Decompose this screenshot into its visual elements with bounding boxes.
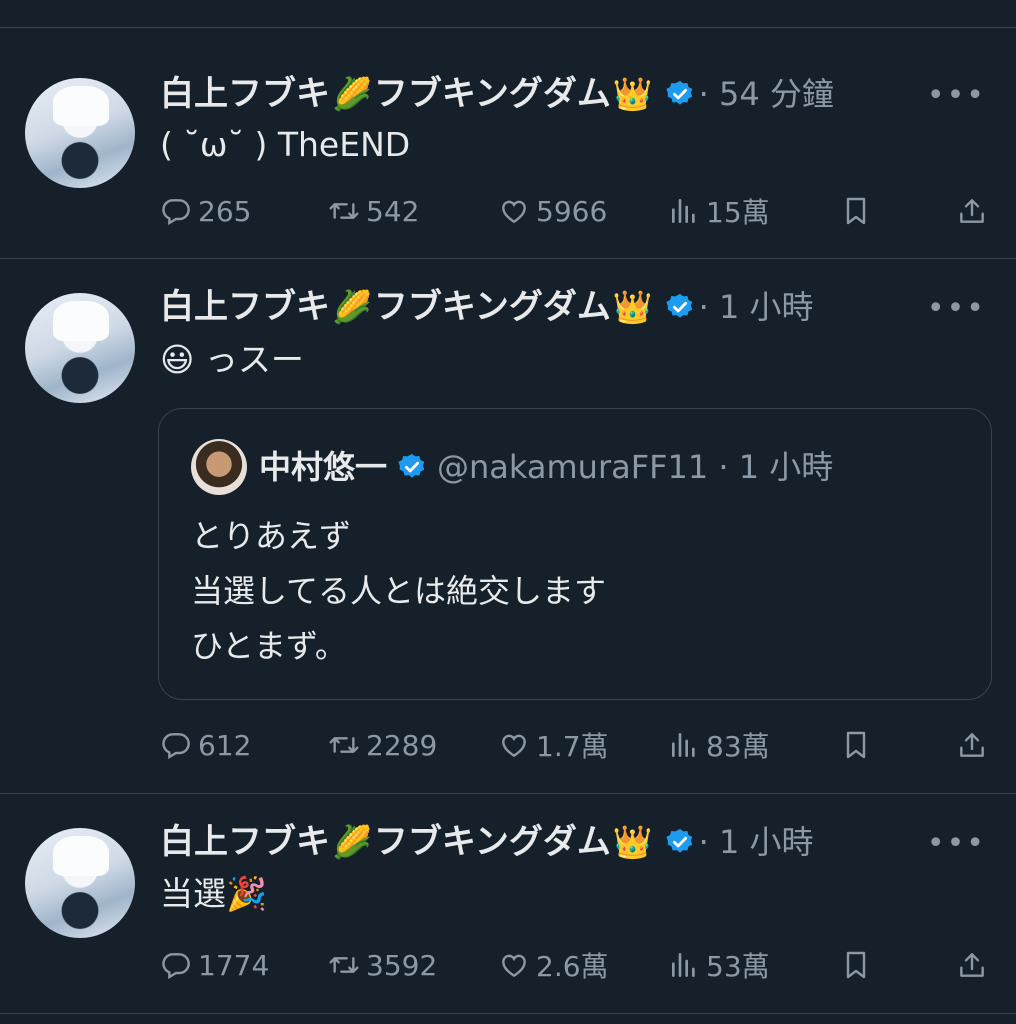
reply-icon — [160, 729, 192, 761]
quoted-handle-time: @nakamuraFF11 · 1 小時 — [437, 448, 834, 486]
retweet-button[interactable]: 3592 — [328, 945, 437, 985]
author-name-suffix[interactable]: フブキングダム — [374, 285, 611, 329]
reply-button[interactable]: 1774 — [160, 945, 269, 985]
author-name[interactable]: 白上フブキ — [160, 285, 330, 329]
author-name[interactable]: 白上フブキ — [160, 820, 330, 864]
more-options-icon[interactable]: ••• — [927, 291, 986, 326]
more-options-icon[interactable]: ••• — [927, 826, 986, 861]
verified-badge-icon — [397, 452, 427, 482]
tweet-actions: 265 542 5966 15萬 — [160, 191, 990, 231]
tweet-actions: 612 2289 1.7萬 83萬 — [160, 725, 990, 765]
avatar[interactable] — [25, 293, 135, 403]
retweet-count: 2289 — [366, 728, 438, 762]
tweet-2[interactable]: 白上フブキ 🌽 フブキングダム 👑 · 1 小時 ••• 😃 っスー 中村悠一 … — [0, 259, 1016, 793]
smile-emoji: 😃 — [160, 340, 195, 379]
retweet-button[interactable]: 542 — [328, 191, 419, 231]
reply-button[interactable]: 265 — [160, 191, 251, 231]
tweet-text: 当選 — [160, 874, 226, 913]
quoted-header: 中村悠一 @nakamuraFF11 · 1 小時 — [259, 445, 833, 489]
tweet-time[interactable]: · 1 小時 — [699, 285, 814, 329]
retweet-button[interactable]: 2289 — [328, 725, 437, 765]
bookmark-icon — [840, 949, 872, 981]
tweet-header: 白上フブキ 🌽 フブキングダム 👑 · 1 小時 — [160, 285, 814, 329]
reply-button[interactable]: 612 — [160, 725, 251, 765]
crown-emoji: 👑 — [612, 823, 653, 861]
quoted-text-line: ひとまず。 — [191, 627, 347, 665]
views-button[interactable]: 83萬 — [668, 725, 770, 765]
tweet-time[interactable]: · 1 小時 — [699, 820, 814, 864]
like-count: 1.7萬 — [536, 730, 609, 763]
bookmark-button[interactable] — [840, 945, 878, 985]
view-count: 83萬 — [706, 730, 770, 763]
bottom-divider — [0, 1013, 1016, 1014]
reply-icon — [160, 949, 192, 981]
corn-emoji: 🌽 — [332, 75, 372, 113]
avatar[interactable] — [25, 78, 135, 188]
tweet-1[interactable]: 白上フブキ 🌽 フブキングダム 👑 · 54 分鐘 ••• ( ˘ω˘ ) Th… — [0, 0, 1016, 258]
retweet-icon — [328, 195, 360, 227]
share-icon — [956, 729, 988, 761]
share-icon — [956, 949, 988, 981]
share-button[interactable] — [956, 945, 994, 985]
heart-icon — [498, 949, 530, 981]
views-icon — [668, 729, 700, 761]
tweet-actions: 1774 3592 2.6萬 53萬 — [160, 945, 990, 985]
share-icon — [956, 195, 988, 227]
quoted-tweet[interactable]: 中村悠一 @nakamuraFF11 · 1 小時 とりあえず 当選してる人とは… — [158, 408, 992, 700]
views-button[interactable]: 53萬 — [668, 945, 770, 985]
reply-count: 265 — [198, 194, 252, 228]
views-icon — [668, 949, 700, 981]
quoted-text-line: とりあえず — [191, 517, 352, 555]
tweet-header: 白上フブキ 🌽 フブキングダム 👑 · 1 小時 — [160, 820, 814, 864]
retweet-count: 542 — [366, 194, 420, 228]
bookmark-button[interactable] — [840, 725, 878, 765]
like-count: 5966 — [536, 194, 608, 228]
reply-count: 612 — [198, 728, 252, 762]
quoted-text-line: 当選してる人とは絶交します — [191, 572, 607, 610]
heart-icon — [498, 195, 530, 227]
crown-emoji: 👑 — [612, 288, 653, 326]
author-name-suffix[interactable]: フブキングダム — [374, 820, 611, 864]
share-button[interactable] — [956, 725, 994, 765]
bookmark-button[interactable] — [840, 191, 878, 231]
verified-badge-icon — [665, 292, 695, 322]
corn-emoji: 🌽 — [332, 288, 372, 326]
bookmark-icon — [840, 195, 872, 227]
like-button[interactable]: 2.6萬 — [498, 945, 609, 985]
avatar[interactable] — [25, 828, 135, 938]
reply-count: 1774 — [198, 948, 270, 982]
like-count: 2.6萬 — [536, 950, 609, 983]
tweet-text-line: 当選🎉 — [160, 872, 267, 916]
tweet-3[interactable]: 白上フブキ 🌽 フブキングダム 👑 · 1 小時 ••• 当選🎉 1774 35… — [0, 794, 1016, 1014]
heart-icon — [498, 729, 530, 761]
tweet-header: 白上フブキ 🌽 フブキングダム 👑 · 54 分鐘 — [160, 72, 834, 116]
author-name-suffix[interactable]: フブキングダム — [374, 72, 611, 116]
like-button[interactable]: 5966 — [498, 191, 607, 231]
retweet-icon — [328, 949, 360, 981]
views-icon — [668, 195, 700, 227]
verified-badge-icon — [665, 827, 695, 857]
author-name[interactable]: 白上フブキ — [160, 72, 330, 116]
retweet-icon — [328, 729, 360, 761]
views-button[interactable]: 15萬 — [668, 191, 770, 231]
view-count: 15萬 — [706, 196, 770, 229]
tweet-time[interactable]: · 54 分鐘 — [699, 72, 834, 116]
quoted-author-name: 中村悠一 — [259, 448, 388, 486]
tweet-text-line: 😃 っスー — [160, 338, 304, 382]
share-button[interactable] — [956, 191, 994, 231]
quoted-avatar[interactable] — [191, 439, 247, 495]
corn-emoji: 🌽 — [332, 823, 372, 861]
view-count: 53萬 — [706, 950, 770, 983]
like-button[interactable]: 1.7萬 — [498, 725, 609, 765]
tweet-text: っスー — [204, 340, 304, 379]
bookmark-icon — [840, 729, 872, 761]
reply-icon — [160, 195, 192, 227]
quoted-text: とりあえず 当選してる人とは絶交します ひとまず。 — [191, 509, 606, 674]
tweet-text: ( ˘ω˘ ) TheEND — [160, 125, 411, 164]
verified-badge-icon — [665, 79, 695, 109]
more-options-icon[interactable]: ••• — [927, 78, 986, 113]
party-popper-emoji: 🎉 — [226, 874, 268, 913]
crown-emoji: 👑 — [612, 75, 653, 113]
retweet-count: 3592 — [366, 948, 438, 982]
